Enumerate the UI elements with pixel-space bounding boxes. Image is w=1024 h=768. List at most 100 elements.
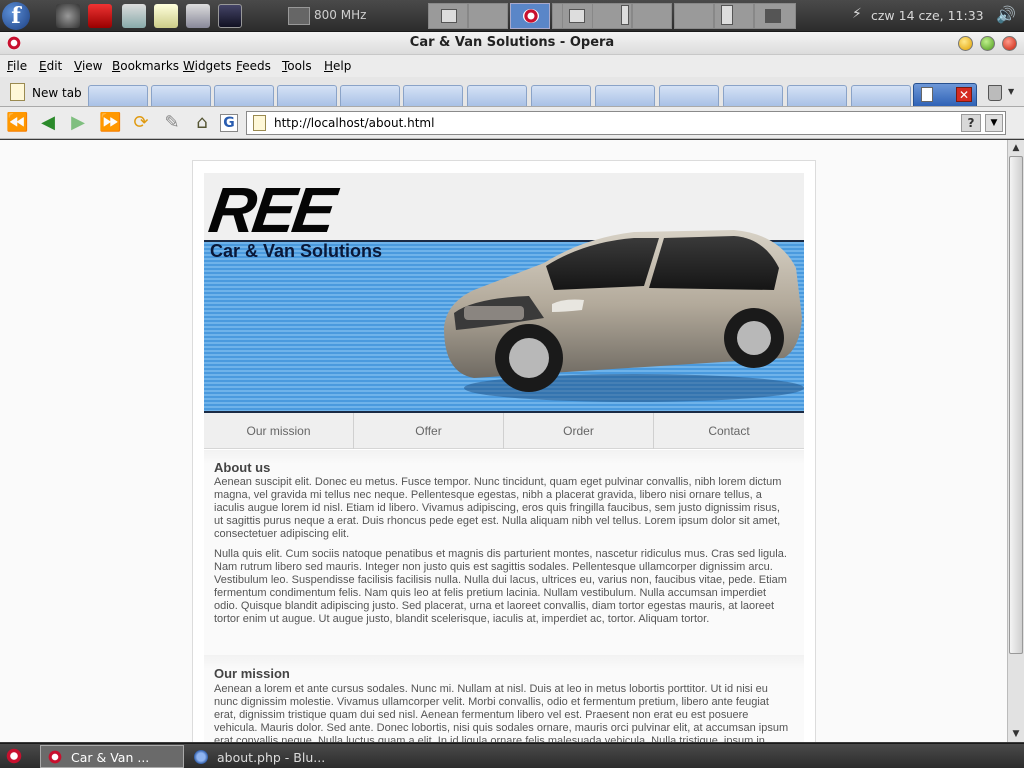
taskbar-item-label: Car & Van ...	[71, 750, 150, 765]
opera-logo-icon	[48, 750, 62, 764]
tab[interactable]	[595, 85, 655, 106]
tab[interactable]	[723, 85, 783, 106]
opera-window-icon	[523, 9, 539, 23]
maximize-button[interactable]	[980, 36, 995, 51]
workspace-10[interactable]	[754, 3, 796, 29]
workspace-6[interactable]	[592, 3, 632, 29]
close-window-button[interactable]	[1002, 36, 1017, 51]
tab[interactable]	[467, 85, 527, 106]
tab[interactable]	[403, 85, 463, 106]
workspace-2[interactable]	[468, 3, 508, 29]
workspace-8[interactable]	[674, 3, 714, 29]
editor-launcher-icon[interactable]	[154, 4, 178, 28]
edit-pencil-icon[interactable]: ✎	[161, 112, 183, 134]
menu-tools[interactable]: Tools	[282, 59, 312, 73]
menu-bar: File Edit View Bookmarks Widgets Feeds T…	[0, 55, 1024, 77]
menu-edit[interactable]: Edit	[39, 59, 62, 73]
chevron-down-icon[interactable]: ▼	[985, 114, 1003, 132]
tab[interactable]	[659, 85, 719, 106]
help-icon[interactable]: ?	[961, 114, 981, 132]
mail-window-icon	[441, 9, 457, 23]
nav-link-order[interactable]: Order	[504, 413, 654, 449]
nav-link-contact[interactable]: Contact	[654, 413, 804, 449]
terminal-launcher-icon[interactable]	[218, 4, 242, 28]
workspace-1[interactable]	[428, 3, 468, 29]
tab[interactable]	[787, 85, 847, 106]
tab[interactable]	[151, 85, 211, 106]
gnome-launcher-icon[interactable]	[56, 4, 80, 28]
car-image	[444, 230, 804, 402]
scroll-thumb[interactable]	[1009, 156, 1023, 654]
fedora-menu-icon[interactable]: f	[2, 2, 30, 30]
new-page-icon	[10, 83, 25, 101]
menu-view[interactable]: View	[74, 59, 102, 73]
power-plug-icon[interactable]: ⚡	[852, 6, 862, 22]
window-title-bar[interactable]: Car & Van Solutions - Opera	[0, 32, 1024, 55]
menu-help[interactable]: Help	[324, 59, 351, 73]
top-panel: f 800 MHz ⚡ czw 14 cze, 11:33 🔊	[0, 0, 1024, 32]
page-icon	[921, 87, 933, 102]
workspace-7[interactable]	[632, 3, 672, 29]
taskbar-item-bluefish[interactable]: about.php - Blu...	[186, 745, 336, 768]
close-tab-icon[interactable]: ✕	[956, 87, 972, 102]
mission-section: Our mission Aenean a lorem et ante cursu…	[204, 655, 804, 742]
tab[interactable]	[277, 85, 337, 106]
menu-widgets[interactable]: Widgets	[183, 59, 232, 73]
home-icon[interactable]: ⌂	[191, 112, 213, 134]
nav-link-offer[interactable]: Offer	[354, 413, 504, 449]
navigation-bar: ⏪ ◀ ▶ ⏩ ⟳ ✎ ⌂ G http://localhost/about.h…	[0, 107, 1024, 139]
volume-icon[interactable]: 🔊	[996, 5, 1016, 24]
vertical-scrollbar[interactable]: ▲ ▼	[1007, 140, 1024, 742]
page-icon	[253, 115, 266, 131]
tab[interactable]	[214, 85, 274, 106]
new-tab-button[interactable]: New tab	[4, 80, 84, 105]
website-container: REE Car & Van Solutions Our mission Offe…	[192, 160, 816, 742]
reload-icon[interactable]: ⟳	[130, 112, 152, 134]
scroll-down-icon[interactable]: ▼	[1009, 727, 1023, 741]
site-tagline: Car & Van Solutions	[210, 241, 383, 261]
fast-forward-icon[interactable]: ⏩	[99, 112, 121, 134]
cpu-frequency-label: 800 MHz	[314, 8, 367, 22]
bottom-taskbar: Car & Van ... about.php - Blu...	[0, 743, 1024, 768]
menu-feeds[interactable]: Feeds	[236, 59, 271, 73]
monitor-window-icon	[765, 9, 781, 23]
workspace-3[interactable]	[510, 3, 550, 29]
about-heading: About us	[214, 460, 271, 475]
file-manager-launcher-icon[interactable]	[122, 4, 146, 28]
nav-link-our-mission[interactable]: Our mission	[204, 413, 354, 449]
address-bar[interactable]: http://localhost/about.html ? ▼	[246, 111, 1006, 135]
address-url[interactable]: http://localhost/about.html	[274, 116, 434, 130]
site-logo[interactable]: REE	[205, 173, 338, 247]
menu-file[interactable]: File	[7, 59, 27, 73]
workspace-9[interactable]	[714, 3, 754, 29]
minimize-button[interactable]	[958, 36, 973, 51]
menu-bookmarks[interactable]: Bookmarks	[112, 59, 179, 73]
mission-heading: Our mission	[214, 666, 290, 681]
cpu-freq-icon	[288, 7, 310, 25]
settings-launcher-icon[interactable]	[186, 4, 210, 28]
page-viewport: REE Car & Van Solutions Our mission Offe…	[0, 140, 1007, 742]
tab-active[interactable]: ✕	[913, 83, 977, 106]
taskbar-item-opera[interactable]: Car & Van ...	[40, 745, 184, 768]
chevron-down-icon[interactable]: ▼	[1008, 87, 1014, 96]
about-section: About us Aenean suscipit elit. Donec eu …	[204, 450, 804, 655]
tab-bar: New tab ✕ ▼	[0, 77, 1024, 107]
scroll-up-icon[interactable]: ▲	[1009, 141, 1023, 155]
back-icon[interactable]: ◀	[37, 112, 59, 134]
clock[interactable]: czw 14 cze, 11:33	[871, 8, 984, 23]
google-search-icon[interactable]: G	[220, 114, 238, 132]
site-nav: Our mission Offer Order Contact	[204, 413, 804, 449]
taskbar-item-label: about.php - Blu...	[217, 750, 326, 765]
rewind-icon[interactable]: ⏪	[6, 112, 28, 134]
tab[interactable]	[851, 85, 911, 106]
tab[interactable]	[340, 85, 400, 106]
opera-launcher-icon[interactable]	[6, 748, 22, 764]
tab[interactable]	[88, 85, 148, 106]
window-title: Car & Van Solutions - Opera	[409, 35, 615, 50]
forward-icon[interactable]: ▶	[67, 112, 89, 134]
editor-app-icon	[194, 750, 208, 764]
toolbox-launcher-icon[interactable]	[88, 4, 112, 28]
about-paragraph: Aenean suscipit elit. Donec eu metus. Fu…	[214, 476, 782, 540]
tab[interactable]	[531, 85, 591, 106]
trash-icon[interactable]	[988, 85, 1002, 101]
